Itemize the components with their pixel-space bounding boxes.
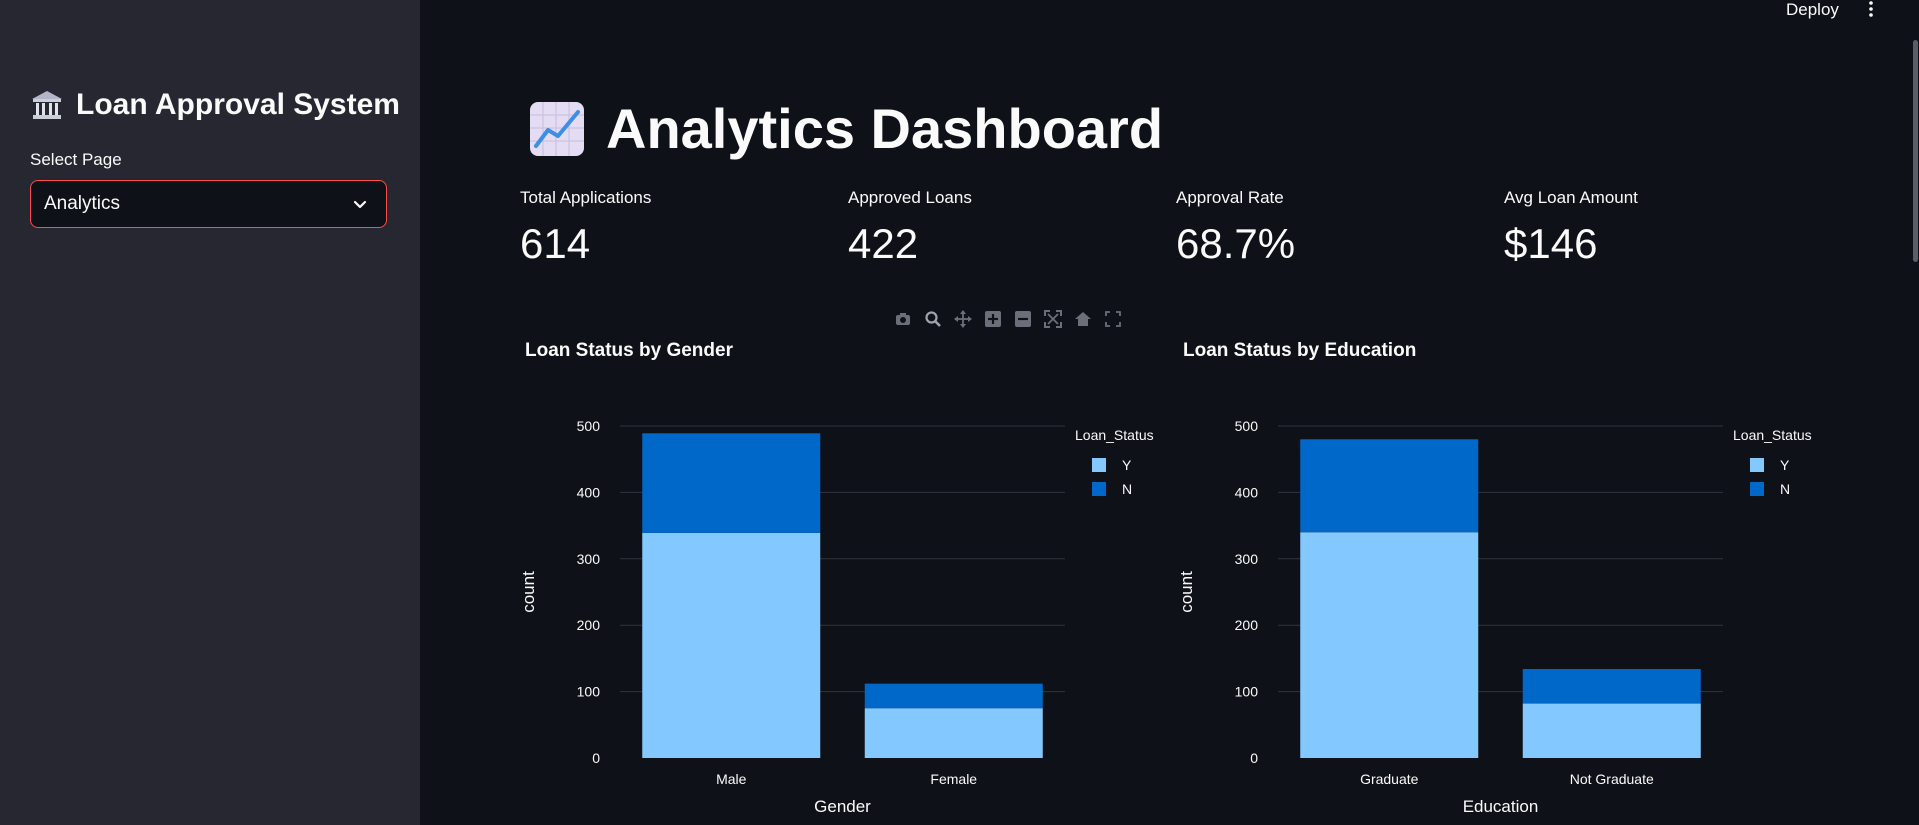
x-tick-label: Male xyxy=(716,771,747,787)
zoom-in-button[interactable] xyxy=(978,308,1008,330)
bar-n xyxy=(864,683,1043,709)
legend-label-y: Y xyxy=(1780,457,1790,473)
metric-label: Approval Rate xyxy=(1176,188,1284,207)
zoom-button[interactable] xyxy=(918,308,948,330)
bar-y xyxy=(1300,532,1479,758)
bar-n xyxy=(1522,669,1701,704)
main-menu-icon[interactable] xyxy=(1866,0,1876,20)
metric-value: $146 xyxy=(1504,220,1598,267)
metric-value: 422 xyxy=(848,220,919,267)
gender-chart[interactable]: 0 100 200 300 400 500 Male Female Gender count Loa… xyxy=(519,410,1160,820)
x-axis-title: Gender xyxy=(814,797,871,816)
y-tick-label: 200 xyxy=(577,617,601,633)
pan-button[interactable] xyxy=(948,308,978,330)
x-axis-title: Education xyxy=(1463,797,1539,816)
chart-title-gender: Loan Status by Gender xyxy=(525,340,733,361)
metric-approval-rate: Approval Rate 68.7% xyxy=(1176,188,1295,268)
reset-axes-button[interactable] xyxy=(1068,308,1098,330)
download-plot-button[interactable] xyxy=(888,308,918,330)
y-tick-label: 500 xyxy=(1235,418,1259,434)
sidebar: Loan Approval System Select Page Analyti… xyxy=(0,0,420,825)
x-tick-label: Graduate xyxy=(1360,771,1419,787)
bar-n xyxy=(642,433,821,533)
autoscale-icon xyxy=(1044,310,1062,328)
legend-swatch-y xyxy=(1750,458,1764,472)
camera-icon xyxy=(896,313,910,325)
zoom-icon xyxy=(925,311,941,327)
page-select[interactable]: Analytics xyxy=(30,180,387,228)
page-title: Analytics Dashboard xyxy=(528,100,1163,158)
chart-increasing-icon xyxy=(530,102,584,156)
metric-label: Total Applications xyxy=(520,188,652,207)
legend-swatch-y xyxy=(1092,458,1106,472)
zoom-out-button[interactable] xyxy=(1008,308,1038,330)
scrollbar[interactable] xyxy=(1913,40,1918,262)
y-tick-label: 500 xyxy=(577,418,601,434)
minus-box-icon xyxy=(1015,311,1031,327)
bar-y xyxy=(864,708,1043,758)
plus-box-icon xyxy=(985,311,1001,327)
deploy-button[interactable]: Deploy xyxy=(1786,0,1839,20)
metric-value: 68.7% xyxy=(1176,220,1296,267)
sidebar-title-text: Loan Approval System xyxy=(76,88,400,121)
bar-n xyxy=(1300,439,1479,533)
bar-y xyxy=(642,532,821,758)
y-tick-label: 200 xyxy=(1235,617,1259,633)
metric-label: Avg Loan Amount xyxy=(1504,188,1638,207)
bank-icon xyxy=(32,91,62,119)
legend-title: Loan_Status xyxy=(1075,427,1154,443)
home-icon xyxy=(1075,312,1091,326)
legend-title: Loan_Status xyxy=(1733,427,1812,443)
bar-y xyxy=(1522,703,1701,758)
x-tick-label: Not Graduate xyxy=(1570,771,1654,787)
y-tick-label: 400 xyxy=(1235,484,1259,500)
y-tick-label: 400 xyxy=(577,484,601,500)
chart-title-education: Loan Status by Education xyxy=(1183,340,1417,361)
y-tick-label: 300 xyxy=(577,551,601,567)
fullscreen-icon xyxy=(1105,311,1121,327)
metric-value: 614 xyxy=(520,220,591,267)
page-select-value: Analytics xyxy=(44,193,121,214)
y-tick-label: 0 xyxy=(592,750,600,766)
page-title-text: Analytics Dashboard xyxy=(606,97,1164,160)
y-axis-title: count xyxy=(1177,571,1196,613)
metric-avg-loan-amount: Avg Loan Amount $146 xyxy=(1504,188,1638,268)
metric-label: Approved Loans xyxy=(848,188,972,207)
x-tick-label: Female xyxy=(930,771,977,787)
chart-modebar xyxy=(888,308,1128,330)
metric-approved-loans: Approved Loans 422 xyxy=(848,188,972,268)
legend-label-n: N xyxy=(1122,481,1132,497)
select-page-label: Select Page xyxy=(30,150,122,169)
fullscreen-button[interactable] xyxy=(1098,308,1128,330)
pan-icon xyxy=(954,310,972,328)
autoscale-button[interactable] xyxy=(1038,308,1068,330)
sidebar-title: Loan Approval System xyxy=(30,88,400,122)
metric-total-applications: Total Applications 614 xyxy=(520,188,651,268)
legend-swatch-n xyxy=(1092,482,1106,496)
y-tick-label: 300 xyxy=(1235,551,1259,567)
y-axis-title: count xyxy=(519,571,538,613)
legend-swatch-n xyxy=(1750,482,1764,496)
y-tick-label: 100 xyxy=(577,684,601,700)
legend-label-y: Y xyxy=(1122,457,1132,473)
chevron-down-icon xyxy=(353,200,367,209)
legend-label-n: N xyxy=(1780,481,1790,497)
y-tick-label: 0 xyxy=(1250,750,1258,766)
y-tick-label: 100 xyxy=(1235,684,1259,700)
education-chart[interactable]: 0 100 200 300 400 500 Graduate Not Graduate Educ… xyxy=(1177,410,1818,820)
